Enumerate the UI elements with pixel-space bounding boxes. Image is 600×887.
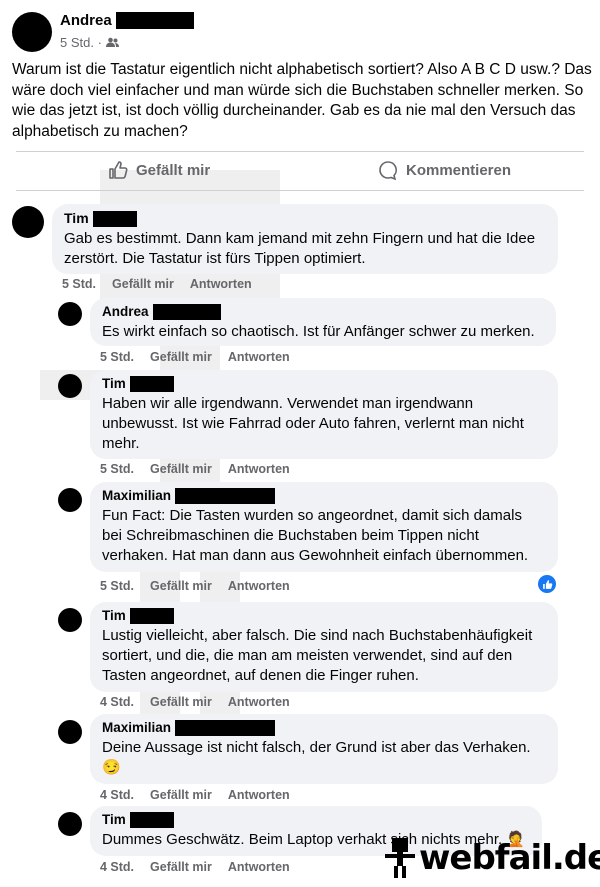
comment-bubble: Maximilian Fun Fact: Die Tasten wurden s… — [90, 482, 558, 572]
comment-like-button[interactable]: Gefällt mir — [112, 277, 174, 291]
post-author[interactable]: Andrea — [60, 12, 194, 30]
comment-author[interactable]: Tim — [102, 376, 546, 393]
comment-time[interactable]: 4 Std. — [100, 788, 134, 802]
comment-text: Haben wir alle irgendwann. Verwendet man… — [102, 395, 524, 453]
comment-like-button[interactable]: Gefällt mir — [150, 579, 212, 593]
comment-avatar[interactable] — [58, 608, 82, 632]
comment-time[interactable]: 5 Std. — [62, 277, 96, 291]
comment-avatar[interactable] — [58, 812, 82, 836]
comment-actions: 5 Std. Gefällt mir Antworten — [100, 579, 290, 593]
comment-button[interactable]: Kommentieren — [378, 160, 511, 180]
comment-bubble: Tim Lustig vielleicht, aber falsch. Die … — [90, 602, 558, 692]
comment-reply-button[interactable]: Antworten — [228, 788, 290, 802]
redaction-bar — [115, 12, 194, 30]
redaction-bar — [129, 812, 174, 829]
comment-bubble: Andrea Es wirkt einfach so chaotisch. Is… — [90, 298, 556, 346]
smirk-emoji-icon: 😏 — [102, 759, 121, 777]
comment-author[interactable]: Tim — [64, 210, 546, 228]
redaction-bar — [152, 304, 221, 321]
comment-avatar[interactable] — [58, 374, 82, 398]
webfail-watermark: webfail.de — [385, 838, 600, 878]
comment-actions: 5 Std. Gefällt mir Antworten — [62, 277, 252, 291]
comment-actions: 4 Std. Gefällt mir Antworten — [100, 695, 290, 709]
comment-author[interactable]: Maximilian — [102, 720, 546, 737]
comment-bubble: Maximilian Deine Aussage ist nicht falsc… — [90, 714, 558, 784]
comment-reply-button[interactable]: Antworten — [228, 350, 290, 364]
comment-actions: 5 Std. Gefällt mir Antworten — [100, 350, 290, 364]
comment-author[interactable]: Tim — [102, 812, 530, 829]
like-button-label: Gefällt mir — [136, 161, 211, 179]
post-meta: 5 Std. · — [60, 35, 119, 50]
webfail-mascot-icon — [385, 838, 415, 878]
friends-icon — [105, 37, 119, 47]
comment-reply-button[interactable]: Antworten — [228, 579, 290, 593]
post-author-name[interactable]: Andrea — [60, 12, 112, 29]
comment-like-button[interactable]: Gefällt mir — [150, 860, 212, 874]
redaction-bar — [129, 376, 174, 393]
comment-actions: 4 Std. Gefällt mir Antworten — [100, 860, 290, 874]
comment-reply-button[interactable]: Antworten — [228, 695, 290, 709]
comment-reply-button[interactable]: Antworten — [190, 277, 252, 291]
comment-author[interactable]: Tim — [102, 608, 546, 625]
redaction-bar — [175, 720, 276, 737]
comment-actions: 4 Std. Gefällt mir Antworten — [100, 788, 290, 802]
comment-text: Gab es bestimmt. Dann kam jemand mit zeh… — [64, 230, 536, 268]
comment-author[interactable]: Maximilian — [102, 488, 546, 505]
comment-avatar[interactable] — [58, 302, 82, 326]
redaction-bar — [92, 211, 137, 228]
speech-bubble-icon — [379, 161, 397, 180]
comment-time[interactable]: 4 Std. — [100, 695, 134, 709]
comment-like-button[interactable]: Gefällt mir — [150, 695, 212, 709]
comment-time[interactable]: 5 Std. — [100, 579, 134, 593]
post-text: Warum ist die Tastatur eigentlich nicht … — [12, 61, 592, 140]
thumbs-up-icon — [542, 579, 552, 589]
comment-reply-button[interactable]: Antworten — [228, 860, 290, 874]
like-button[interactable]: Gefällt mir — [108, 160, 210, 180]
comment-avatar[interactable] — [12, 206, 44, 238]
comment-text: Lustig vielleicht, aber falsch. Die sind… — [102, 627, 533, 685]
post-author-avatar[interactable] — [12, 12, 52, 52]
comment-bubble: Tim Gab es bestimmt. Dann kam jemand mit… — [52, 204, 558, 274]
thumbs-up-icon — [109, 161, 128, 179]
comment-bubble: Tim Haben wir alle irgendwann. Verwendet… — [90, 370, 558, 459]
webfail-watermark-text: webfail.de — [419, 838, 600, 878]
redaction-bar — [175, 488, 276, 505]
divider-bottom — [16, 190, 584, 191]
comment-text: Fun Fact: Die Tasten wurden so angeordne… — [102, 507, 529, 565]
comment-actions: 5 Std. Gefällt mir Antworten — [100, 462, 290, 476]
post-time[interactable]: 5 Std. · — [60, 35, 102, 50]
comment-like-button[interactable]: Gefällt mir — [150, 462, 212, 476]
comment-text: Es wirkt einfach so chaotisch. Ist für A… — [102, 323, 535, 341]
redaction-bar — [129, 608, 174, 625]
comment-time[interactable]: 5 Std. — [100, 462, 134, 476]
like-reaction-badge[interactable] — [538, 575, 556, 593]
comment-avatar[interactable] — [58, 488, 82, 512]
comment-time[interactable]: 4 Std. — [100, 860, 134, 874]
comment-like-button[interactable]: Gefällt mir — [150, 350, 212, 364]
comment-like-button[interactable]: Gefällt mir — [150, 788, 212, 802]
comment-text-body: Deine Aussage ist nicht falsch, der Grun… — [102, 739, 531, 757]
comment-avatar[interactable] — [58, 720, 82, 744]
comment-text: Deine Aussage ist nicht falsch, der Grun… — [102, 738, 546, 778]
comment-time[interactable]: 5 Std. — [100, 350, 134, 364]
comment-author[interactable]: Andrea — [102, 304, 544, 321]
comment-reply-button[interactable]: Antworten — [228, 462, 290, 476]
divider-top — [16, 151, 584, 152]
comment-button-label: Kommentieren — [406, 161, 512, 179]
